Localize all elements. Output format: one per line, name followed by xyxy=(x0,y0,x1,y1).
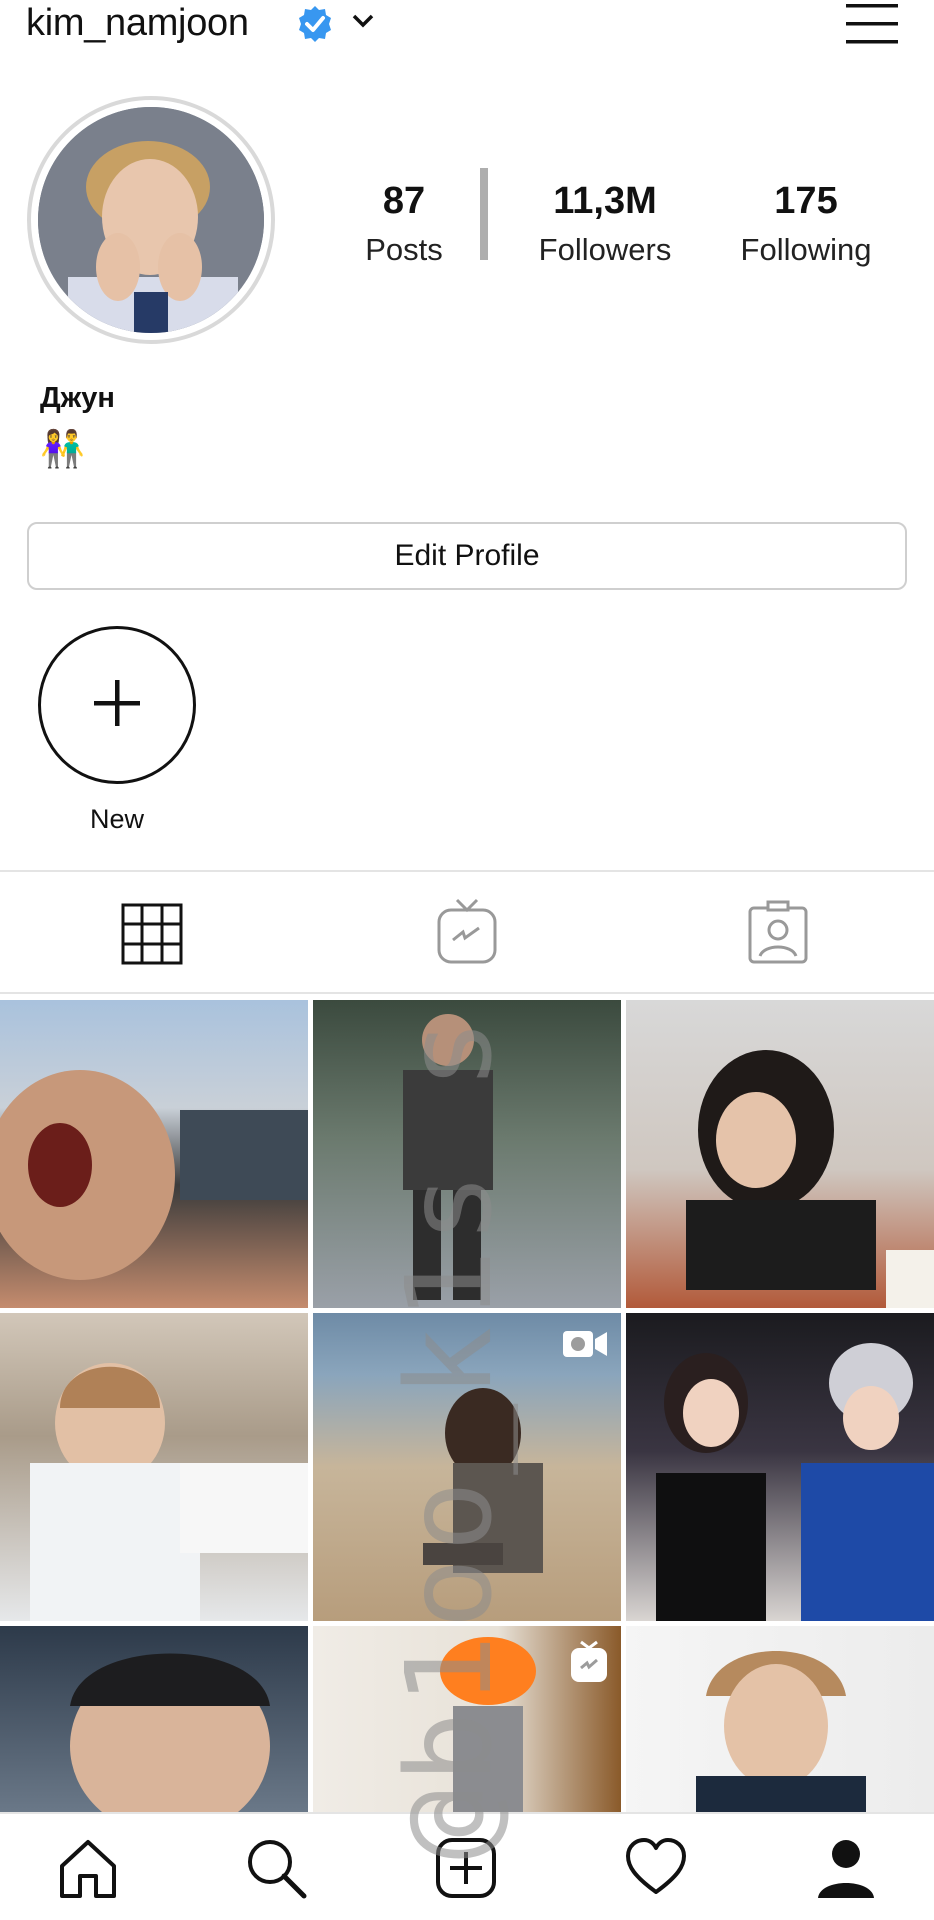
grid-icon[interactable] xyxy=(120,902,184,971)
following-count: 175 xyxy=(774,180,838,222)
plus-icon xyxy=(90,676,144,735)
posts-stat[interactable]: 87 Posts xyxy=(304,182,504,265)
profile-photo xyxy=(38,107,264,333)
watermark-text: @b1oo_k1s s xyxy=(380,1012,518,1860)
heart-icon[interactable] xyxy=(624,1836,688,1905)
posts-label: Posts xyxy=(365,232,443,267)
edit-profile-button[interactable]: Edit Profile xyxy=(27,522,907,590)
tagged-person-icon[interactable] xyxy=(746,898,810,971)
post-thumbnail[interactable] xyxy=(0,1313,308,1621)
post-thumbnail[interactable] xyxy=(626,1626,934,1812)
following-label: Following xyxy=(740,232,872,267)
display-name: Джун xyxy=(40,382,115,414)
search-icon[interactable] xyxy=(244,1836,308,1905)
top-bar: kim_namjoon xyxy=(0,0,934,56)
post-thumbnail[interactable] xyxy=(0,1000,308,1308)
profile-tabs xyxy=(0,870,934,994)
watermark-bar xyxy=(480,168,488,260)
post-thumbnail[interactable] xyxy=(626,1000,934,1308)
bio-emoji: 👫 xyxy=(40,428,85,469)
hamburger-menu-icon[interactable] xyxy=(842,0,902,55)
new-highlight-label: New xyxy=(89,804,144,834)
followers-stat[interactable]: 11,3M Followers xyxy=(505,182,705,265)
posts-count: 87 xyxy=(382,180,426,222)
igtv-icon[interactable] xyxy=(435,898,499,971)
followers-label: Followers xyxy=(538,232,672,267)
video-camera-icon xyxy=(561,1327,609,1366)
new-highlight-button[interactable] xyxy=(38,626,196,784)
verified-badge-icon xyxy=(295,4,335,49)
igtv-icon xyxy=(569,1640,609,1689)
post-thumbnail[interactable] xyxy=(0,1626,308,1812)
post-thumbnail[interactable] xyxy=(626,1313,934,1621)
chevron-down-icon[interactable] xyxy=(350,8,376,39)
following-stat[interactable]: 175 Following xyxy=(706,182,906,265)
profile-username[interactable]: kim_namjoon xyxy=(26,2,249,45)
home-icon[interactable] xyxy=(56,1836,120,1905)
profile-avatar[interactable] xyxy=(27,96,275,344)
followers-count: 11,3M xyxy=(553,180,657,222)
profile-icon[interactable] xyxy=(814,1836,878,1905)
